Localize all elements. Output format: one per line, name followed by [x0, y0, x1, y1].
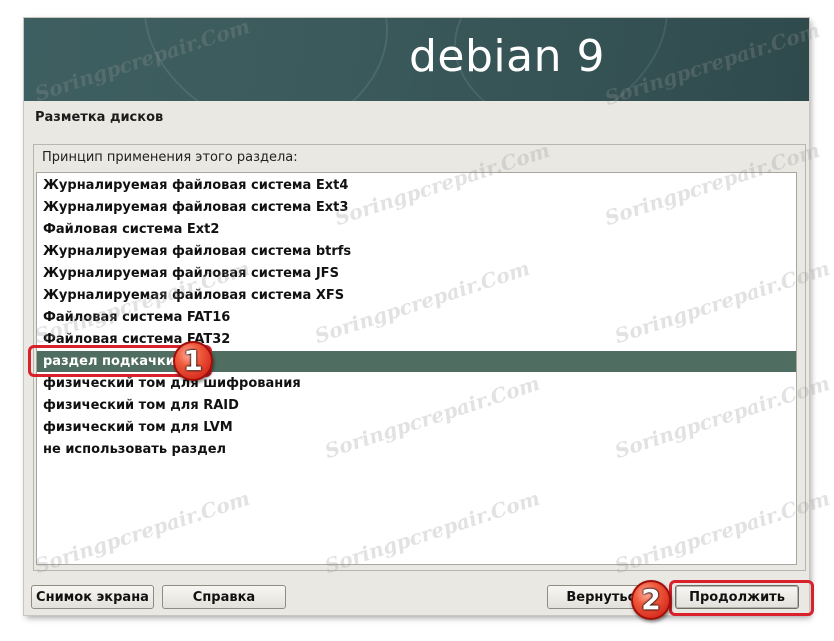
screenshot-button[interactable]: Снимок экрана	[31, 585, 154, 609]
list-item[interactable]: не использовать раздел	[37, 439, 796, 460]
installer-window: debian 9 Разметка дисков Принцип примене…	[24, 18, 809, 615]
page-title: Разметка дисков	[35, 110, 164, 125]
debian-logo-title: debian 9	[409, 31, 605, 82]
list-item[interactable]: Журналируемая файловая система Ext4	[37, 175, 796, 196]
step-badge-2: 2	[631, 580, 671, 620]
list-item[interactable]: Файловая система Ext2	[37, 219, 796, 240]
list-item[interactable]: Журналируемая файловая система btrfs	[37, 241, 796, 262]
list-item[interactable]: Журналируемая файловая система JFS	[37, 263, 796, 284]
question-label: Принцип применения этого раздела:	[42, 150, 298, 165]
list-item[interactable]: физический том для RAID	[37, 395, 796, 416]
list-item[interactable]: Файловая система FAT16	[37, 307, 796, 328]
list-item[interactable]: Журналируемая файловая система XFS	[37, 285, 796, 306]
highlight-continue-button	[669, 580, 814, 616]
debian-banner: debian 9	[24, 18, 809, 101]
step-badge-1: 1	[173, 341, 213, 381]
help-button[interactable]: Справка	[162, 585, 286, 609]
list-item[interactable]: Журналируемая файловая система Ext3	[37, 197, 796, 218]
list-item[interactable]: физический том для LVM	[37, 417, 796, 438]
